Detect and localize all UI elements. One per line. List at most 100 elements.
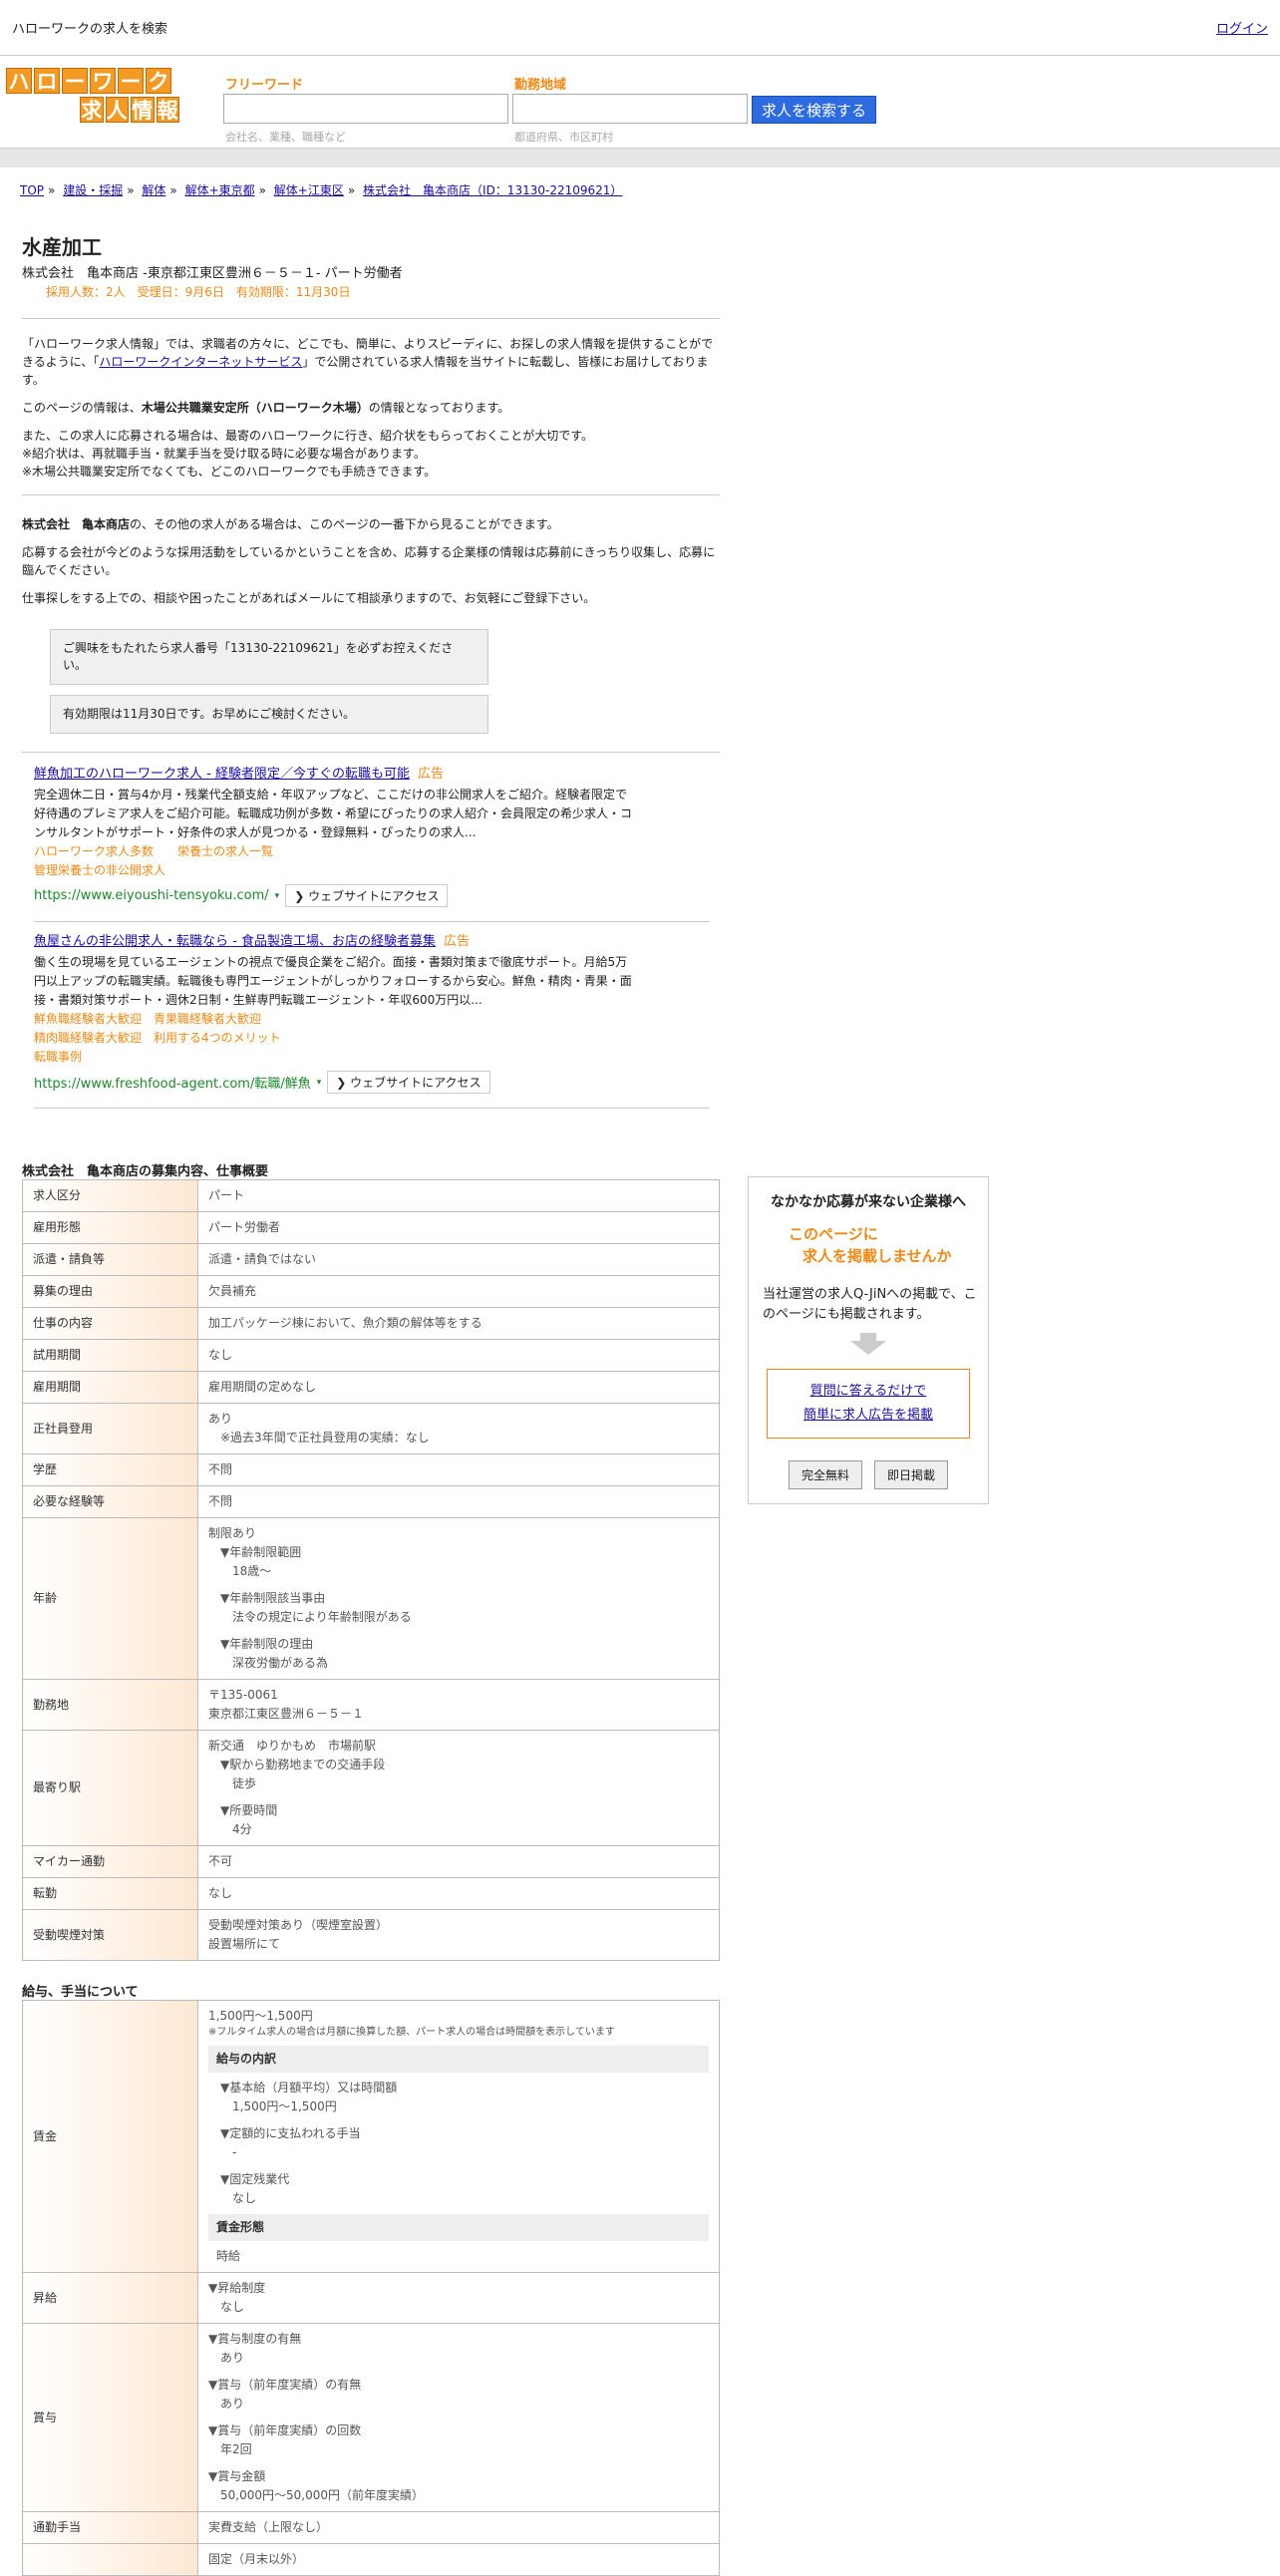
- row-key: 試用期間: [22, 1339, 198, 1372]
- breadcrumb-job[interactable]: 解体: [142, 183, 165, 197]
- table-row: マイカー通勤 不可: [22, 1845, 720, 1878]
- details-section: 株式会社 亀本商店の募集内容、仕事概要 求人区分 パート 雇用形態 パート労働者 派遣・…: [22, 1160, 720, 2576]
- visit-button[interactable]: ❯ ウェブサイトにアクセス: [285, 884, 449, 907]
- pay-table: 賃金 1,500円〜1,500円 ※フルタイム求人の場合は月額に換算した額、パー…: [22, 2000, 720, 2576]
- ad-sitelink[interactable]: 転職事例: [34, 1048, 722, 1067]
- breadcrumb-company[interactable]: 株式会社 亀本商店（ID：13130-22109621）: [363, 183, 622, 197]
- table-row: 雇用期間 雇用期間の定めなし: [22, 1371, 720, 1404]
- value-line: 加工パッケージ棟において、魚介類の解体等をする: [208, 1316, 482, 1330]
- table-row: 学歴 不問: [22, 1453, 720, 1486]
- table-row: 転勤 なし: [22, 1877, 720, 1910]
- row-key: 転勤: [22, 1877, 198, 1910]
- ad-title-link[interactable]: 鮮魚加工のハローワーク求人 - 経験者限定／今すぐの転職も可能: [34, 767, 410, 782]
- value-line: あり: [208, 1412, 233, 1426]
- value-line: 欠員補充: [208, 1284, 257, 1298]
- ad-title-link[interactable]: 魚屋さんの非公開求人・転職なら - 食品製造工場、お店の経験者募集: [34, 934, 436, 949]
- row-key: 最寄り駅: [22, 1730, 198, 1846]
- table-row: 最寄り駅 新交通 ゆりかもめ 市場前駅 ▼駅から勤務地までの交通手段 徒歩 ▼所要時間 4…: [22, 1730, 720, 1846]
- divider-bar: [0, 148, 1280, 167]
- keyword-hint: 会社名、業種、職種など: [225, 131, 346, 144]
- area-label: 勤務地域: [514, 78, 567, 93]
- value-line: ※過去3年間で正社員登用の実績：なし: [220, 1431, 430, 1445]
- row-value: 不可: [197, 1845, 720, 1878]
- row-value: ▼賞与制度の有無 あり ▼賞与（前年度実績）の有無 あり ▼賞与（前年度実績）の回数 年2…: [197, 2323, 720, 2512]
- area-input[interactable]: [512, 94, 748, 124]
- value-line: ▼賞与（前年度実績）の回数: [208, 2423, 362, 2437]
- row-key: 雇用期間: [22, 1371, 198, 1404]
- login-link[interactable]: ログイン: [1216, 18, 1268, 37]
- breadcrumb-category[interactable]: 建設・採掘: [63, 183, 123, 197]
- row-key: 雇用形態: [22, 1211, 198, 1244]
- dropdown-icon[interactable]: ▾: [275, 891, 280, 901]
- table-row: 賞与 ▼賞与制度の有無 あり ▼賞与（前年度実績）の有無 あり ▼賞与（前年度実績）の回…: [22, 2323, 720, 2512]
- value-line: ▼年齢制限範囲: [220, 1545, 302, 1559]
- row-key: 賃金: [22, 2000, 198, 2273]
- value-line: -: [232, 2145, 237, 2159]
- ad-block: 鮮魚加工のハローワーク求人 - 経験者限定／今すぐの転職も可能 広告 完全週休二日…: [34, 763, 722, 1109]
- value-line: 雇用期間の定めなし: [208, 1380, 317, 1394]
- ad-sitelink[interactable]: 精肉職経験者大歓迎 利用する4つのメリット: [34, 1029, 722, 1048]
- value-line: ▼賞与金額: [208, 2469, 266, 2483]
- free-button[interactable]: 完全無料: [788, 1460, 862, 1489]
- value-line: [220, 2162, 709, 2170]
- value-line: 不問: [208, 1494, 233, 1508]
- value-line: 1,500円〜1,500円: [232, 2099, 337, 2113]
- office-paragraph: このページの情報は、木場公共職業安定所（ハローワーク木場）の情報となっております…: [22, 401, 510, 415]
- value-line: ▼定額的に支払われる手当: [220, 2126, 361, 2140]
- ad-url[interactable]: https://www.freshfood-agent.com/転職/鮮魚: [34, 1073, 311, 1092]
- value-line: ▼年齢制限該当事由: [220, 1591, 326, 1605]
- row-value: なし: [197, 1339, 720, 1372]
- header: ハ ロ ー ワ ー ク 求 人 情 報 フリーワード 会社名、業種、職種など 勤…: [0, 56, 1280, 148]
- value-line: あり: [220, 2397, 245, 2411]
- ad-sitelink[interactable]: ハローワーク求人多数 栄養士の求人一覧: [34, 842, 722, 861]
- row-key: 募集の理由: [22, 1275, 198, 1308]
- keyword-input[interactable]: [223, 94, 508, 124]
- ad-sitelink[interactable]: 鮮魚職経験者大歓迎 青果職経験者大歓迎: [34, 1010, 722, 1029]
- table-row: 求人区分 パート: [22, 1179, 720, 1212]
- row-value: パート: [197, 1179, 720, 1212]
- ad-sitelink[interactable]: 管理栄養士の非公開求人: [34, 861, 722, 880]
- row-key: 仕事の内容: [22, 1307, 198, 1340]
- value-line: ▼昇給制度: [208, 2281, 266, 2295]
- row-value: 不問: [197, 1453, 720, 1486]
- breadcrumb-city[interactable]: 解体+江東区: [274, 183, 344, 197]
- apply-note-1: ※紹介状は、再就職手当・就業手当を受け取る時に必要な場合があります。: [22, 447, 426, 461]
- job-title: 水産加工: [22, 235, 102, 259]
- value-line: 50,000円〜50,000円（前年度実績）: [220, 2488, 424, 2502]
- ad-url[interactable]: https://www.eiyoushi-tensyoku.com/: [34, 888, 269, 903]
- row-key: 昇給: [22, 2272, 198, 2324]
- value-line: なし: [208, 1348, 233, 1362]
- value-line: ▼賞与制度の有無: [208, 2332, 302, 2346]
- top-bar: ハローワークの求人を検索 ログイン: [0, 0, 1280, 56]
- row-key: マイカー通勤: [22, 1845, 198, 1878]
- breadcrumb-top[interactable]: TOP: [20, 183, 44, 197]
- site-logo[interactable]: ハ ロ ー ワ ー ク 求 人 情 報: [6, 68, 179, 126]
- value-line: ▼年齢制限の理由: [220, 1637, 314, 1651]
- breadcrumb: TOP» 建設・採掘» 解体» 解体+東京都» 解体+江東区» 株式会社 亀本商…: [20, 183, 623, 197]
- value-line: ▼基本給（月額平均）又は時間額: [220, 2081, 398, 2094]
- sidebar-link[interactable]: 質問に答えるだけで: [810, 1384, 927, 1399]
- row-value: あり ※過去3年間で正社員登用の実績：なし: [197, 1403, 720, 1454]
- hellowork-link[interactable]: ハローワークインターネットサービス: [99, 355, 302, 369]
- value-line: 法令の規定により年齢制限がある: [232, 1610, 412, 1624]
- breadcrumb-pref[interactable]: 解体+東京都: [185, 183, 255, 197]
- row-value: 新交通 ゆりかもめ 市場前駅 ▼駅から勤務地までの交通手段 徒歩 ▼所要時間 4分: [197, 1730, 720, 1846]
- dropdown-icon[interactable]: ▾: [317, 1078, 322, 1088]
- search-button[interactable]: 求人を検索する: [752, 96, 876, 124]
- logo-char: ー: [118, 68, 144, 94]
- deadline-note: 有効期限は11月30日です。お早めにご検討ください。: [50, 695, 488, 734]
- value-line: 東京都江東区豊洲６－５－１: [208, 1707, 365, 1721]
- table-row: 通勤手当 実費支給（上限なし）: [22, 2511, 720, 2544]
- value-line: [208, 2368, 709, 2376]
- logo-char: ー: [62, 68, 88, 94]
- row-value: 1,500円〜1,500円 ※フルタイム求人の場合は月額に換算した額、パート求人…: [197, 2000, 720, 2273]
- logo-char: 求: [80, 97, 104, 123]
- row-key: 正社員登用: [22, 1403, 198, 1454]
- value-line: 〒135-0061: [208, 1688, 278, 1702]
- value-line: 深夜労働がある為: [232, 1656, 329, 1670]
- sidebar-link[interactable]: 簡単に求人広告を掲載: [803, 1408, 933, 1423]
- ad-tag: 広告: [443, 934, 470, 949]
- job-number-note: ご興味をもたれたら求人番号「13130-22109621」を必ずお控えください。: [50, 629, 488, 685]
- visit-button[interactable]: ❯ ウェブサイトにアクセス: [327, 1071, 490, 1094]
- same-day-button[interactable]: 即日掲載: [874, 1460, 949, 1489]
